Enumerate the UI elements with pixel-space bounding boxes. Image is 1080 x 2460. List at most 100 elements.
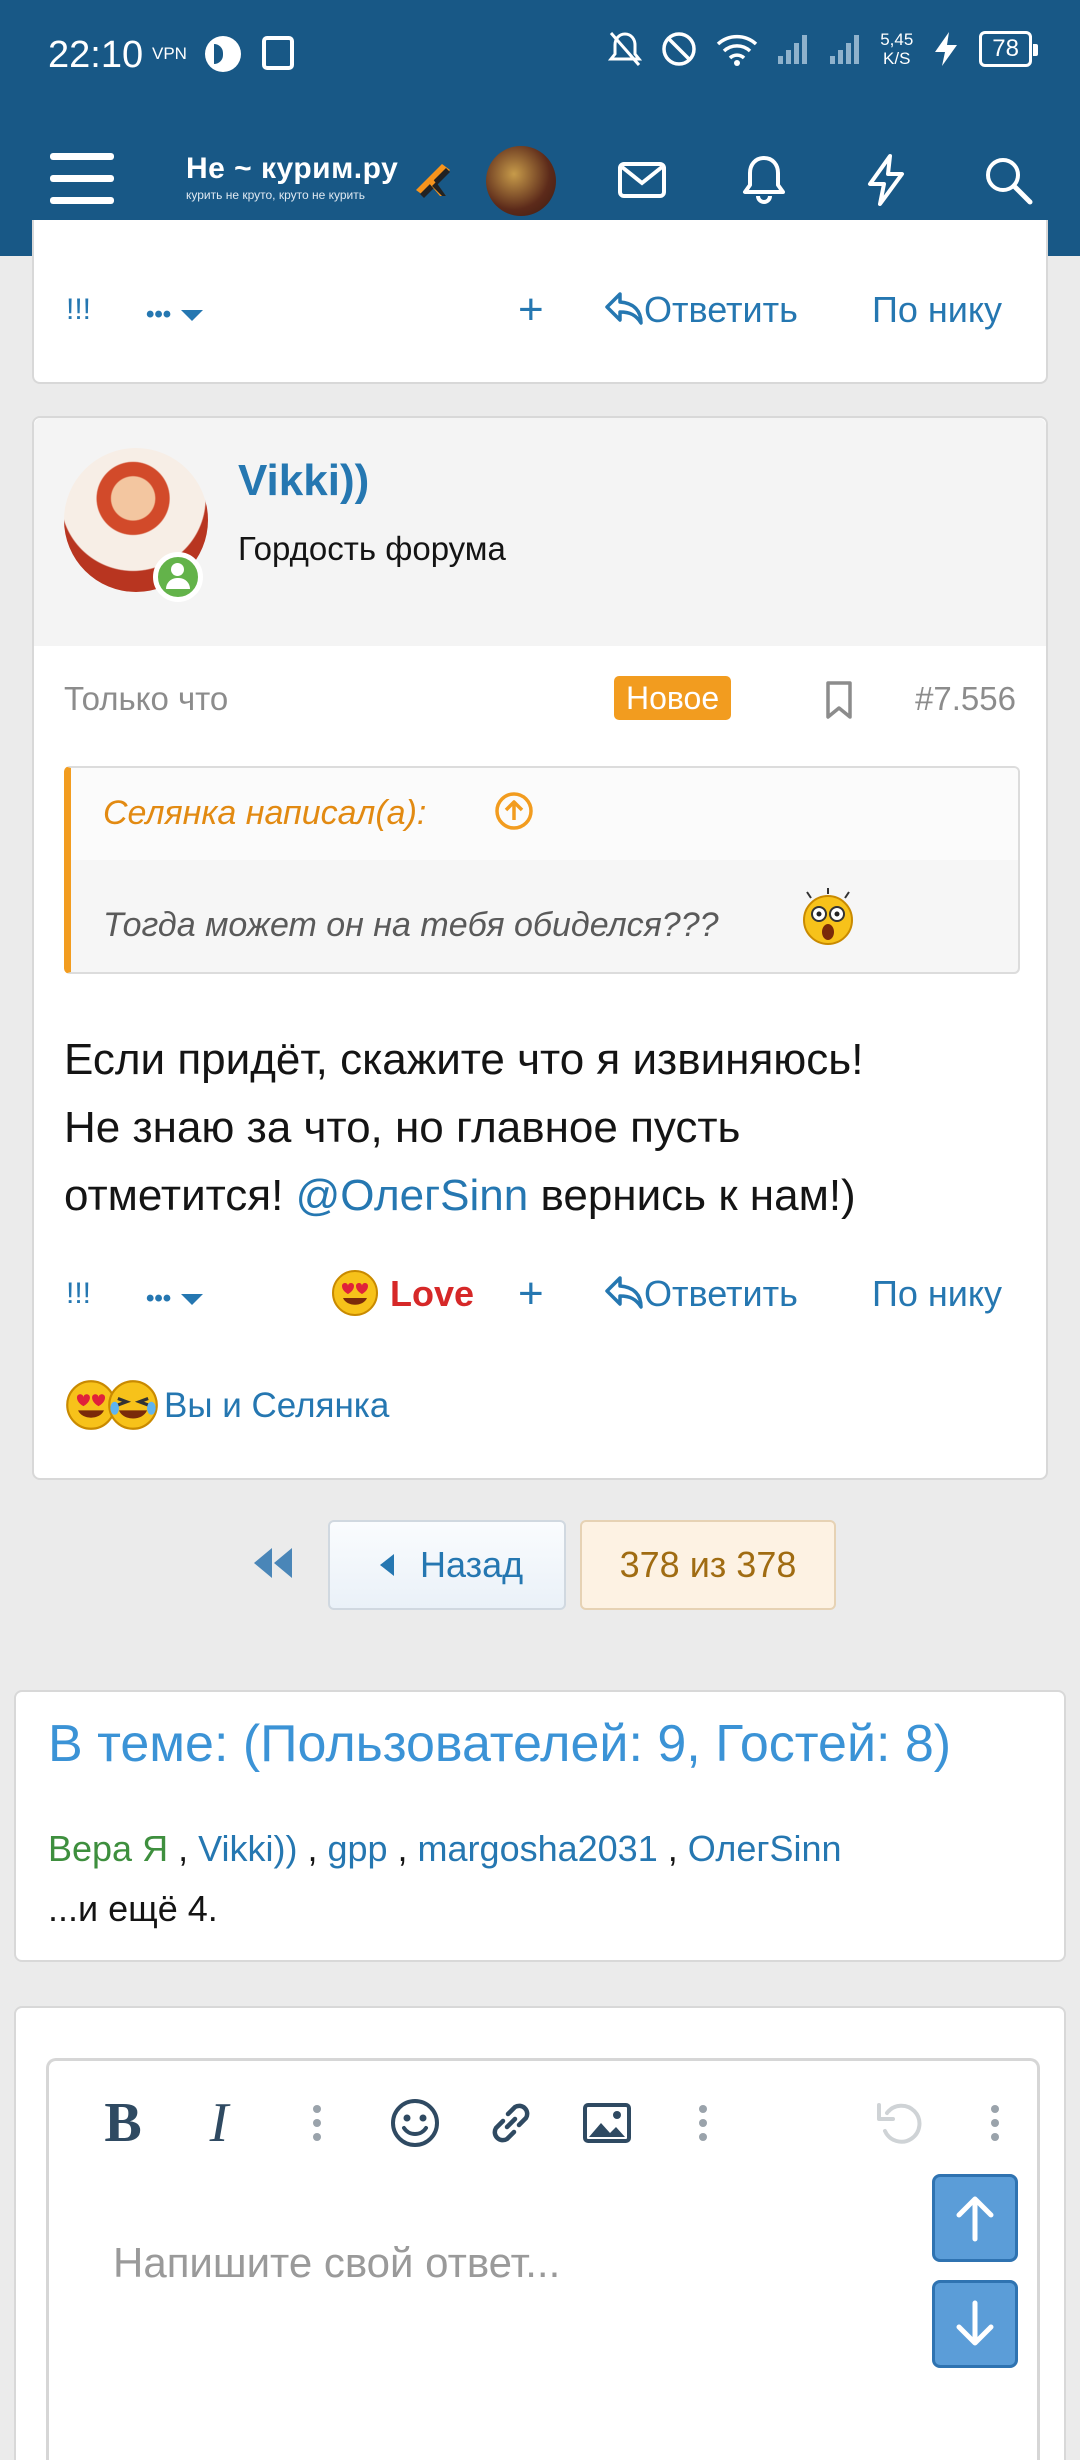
- post-body-line-3-start: отметится!: [64, 1171, 296, 1220]
- emoji-icon[interactable]: [383, 2091, 447, 2155]
- app-notification-icon: [205, 36, 241, 72]
- chevron-down-icon: [181, 1294, 204, 1305]
- scroll-up-button[interactable]: [932, 2174, 1018, 2262]
- charging-icon: [935, 32, 958, 66]
- undo-icon[interactable]: [867, 2091, 931, 2155]
- by-nick-button[interactable]: По нику: [872, 280, 1002, 340]
- more-label: •••: [146, 1285, 172, 1312]
- vpn-indicator: VPN: [152, 44, 187, 63]
- battery-level: 78: [992, 35, 1019, 62]
- quote-author[interactable]: Селянка написал(а):: [103, 794, 426, 833]
- by-nick-button[interactable]: По нику: [872, 1264, 1002, 1324]
- more-label: •••: [146, 301, 172, 328]
- more-button[interactable]: •••: [146, 280, 204, 345]
- viewer-link[interactable]: ОлегSinn: [688, 1828, 842, 1869]
- bell-icon[interactable]: [734, 150, 794, 210]
- arrow-up-icon: [956, 2196, 994, 2242]
- heart-eyes-emoji-icon: [332, 1270, 378, 1316]
- search-icon[interactable]: [978, 150, 1038, 210]
- more-options-icon[interactable]: [963, 2091, 1027, 2155]
- viewer-link[interactable]: gpp: [327, 1828, 387, 1869]
- viewer-link[interactable]: Vikki)): [198, 1828, 297, 1869]
- online-status-icon: [153, 552, 203, 602]
- thread-viewers-list: Вера Я , Vikki)) , gpp , margosha2031 , …: [48, 1828, 842, 1869]
- more-options-icon[interactable]: [671, 2091, 735, 2155]
- previous-post: !!! ••• + Ответить По нику: [32, 220, 1048, 384]
- post: Vikki)) Гордость форума Только что Новое…: [32, 416, 1048, 1480]
- user-mention[interactable]: @ОлегSinn: [296, 1171, 529, 1220]
- site-logo[interactable]: Не ~ курим.ру курить не круто, круто не …: [186, 152, 456, 212]
- post-body: Если придёт, скажите что я извиняюсь! Не…: [64, 1026, 1024, 1230]
- dnd-icon: [662, 32, 696, 66]
- lightning-icon[interactable]: [856, 150, 916, 210]
- reply-editor[interactable]: B I Напишите свой ответ...: [46, 2058, 1040, 2460]
- current-page-indicator[interactable]: 378 из 378: [580, 1520, 836, 1610]
- ribbon-icon: [416, 164, 450, 198]
- author-user-title: Гордость форума: [238, 530, 506, 567]
- post-number[interactable]: #7.556: [915, 680, 1016, 718]
- scroll-down-button[interactable]: [932, 2280, 1018, 2368]
- image-icon[interactable]: [575, 2091, 639, 2155]
- more-button[interactable]: •••: [146, 1264, 204, 1329]
- viewer-link[interactable]: Вера Я: [48, 1828, 168, 1869]
- reply-icon: [605, 292, 643, 325]
- link-icon[interactable]: [479, 2091, 543, 2155]
- love-label: Love: [390, 1273, 475, 1314]
- thread-viewers-title: В теме: (Пользователей: 9, Гостей: 8): [48, 1715, 952, 1773]
- arrow-down-icon: [956, 2300, 994, 2346]
- post-actions: !!! ••• + Ответить По нику: [34, 280, 1046, 340]
- mute-bell-icon: [608, 32, 643, 66]
- bookmark-icon[interactable]: [824, 680, 854, 720]
- shocked-emoji-icon: [803, 888, 853, 945]
- thread-viewers-block: В теме: (Пользователей: 9, Гостей: 8) Ве…: [14, 1690, 1066, 1962]
- arrow-up-circle-icon[interactable]: [493, 790, 535, 832]
- reply-placeholder: Напишите свой ответ...: [113, 2239, 561, 2286]
- network-speed-unit: K/S: [883, 49, 911, 68]
- post-actions: !!! ••• Love + Ответить По нику: [34, 1264, 1046, 1324]
- menu-icon[interactable]: [50, 153, 114, 205]
- reply-button[interactable]: Ответить: [604, 1264, 798, 1324]
- post-time[interactable]: Только что: [64, 680, 228, 718]
- battery-indicator: 78: [979, 31, 1038, 67]
- reply-button[interactable]: Ответить: [604, 280, 798, 340]
- reply-icon: [605, 1276, 643, 1309]
- italic-button[interactable]: I: [187, 2091, 251, 2155]
- laughing-emoji-icon: [108, 1380, 158, 1430]
- more-options-icon[interactable]: [285, 2091, 349, 2155]
- app-header: 22:10 VPN 5,45 K/S 78 Не ~ курим.ру кури…: [0, 0, 1080, 256]
- report-button[interactable]: !!!: [66, 280, 91, 340]
- add-button[interactable]: +: [518, 280, 544, 340]
- signal-icon-2: [830, 35, 860, 64]
- network-speed: 5,45 K/S: [880, 30, 913, 68]
- love-reaction-button[interactable]: Love: [330, 1264, 474, 1324]
- reactions-text: Вы и Селянка: [164, 1386, 390, 1425]
- reply-panel: B I Напишите свой ответ...: [14, 2006, 1066, 2460]
- post-header: Vikki)) Гордость форума: [34, 418, 1046, 646]
- user-avatar[interactable]: [486, 146, 556, 216]
- signal-icon-1: [778, 35, 808, 64]
- post-body-line-2: Не знаю за что, но главное пусть: [64, 1103, 741, 1152]
- thread-viewers-more: ...и ещё 4.: [48, 1888, 218, 1929]
- first-page-icon[interactable]: [250, 1540, 296, 1586]
- new-badge: Новое: [614, 676, 732, 720]
- post-body-line-1: Если придёт, скажите что я извиняюсь!: [64, 1035, 864, 1084]
- author-name[interactable]: Vikki)): [238, 456, 369, 506]
- report-button[interactable]: !!!: [66, 1264, 91, 1324]
- post-body-line-3: отметится! @ОлегSinn вернись к нам!): [64, 1162, 1024, 1230]
- inbox-icon[interactable]: [612, 150, 672, 210]
- wifi-icon: [717, 34, 758, 66]
- status-bar: 22:10 VPN 5,45 K/S 78: [0, 0, 1080, 110]
- reply-label: Ответить: [644, 289, 798, 330]
- bold-button[interactable]: B: [91, 2091, 155, 2155]
- network-speed-value: 5,45: [880, 30, 914, 49]
- quote-block: Селянка написал(а): Тогда может он на те…: [64, 766, 1020, 974]
- status-icons: 5,45 K/S 78: [608, 30, 1038, 68]
- add-button[interactable]: +: [518, 1264, 544, 1324]
- app-notification-icon-2: [262, 36, 294, 70]
- quote-header: Селянка написал(а):: [71, 768, 1018, 860]
- chevron-down-icon: [181, 310, 204, 321]
- post-body-line-3-end: вернись к нам!): [528, 1171, 856, 1220]
- quote-text: Тогда может он на тебя обиделся???: [103, 906, 719, 944]
- previous-page-button[interactable]: Назад: [328, 1520, 566, 1610]
- viewer-link[interactable]: margosha2031: [418, 1828, 658, 1869]
